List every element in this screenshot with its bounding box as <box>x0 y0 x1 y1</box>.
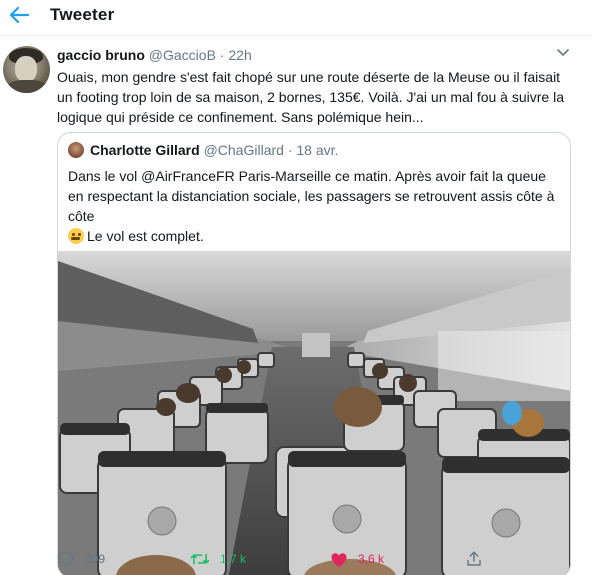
share-button[interactable] <box>465 549 493 569</box>
cabin-illustration <box>58 251 570 575</box>
author-handle[interactable]: @GaccioB <box>149 47 216 63</box>
quote-header: Charlotte Gillard @ChaGillard · 18 avr. <box>90 142 338 158</box>
tweet-header: gaccio bruno @GaccioB · 22h <box>57 47 252 63</box>
tweet-text: Ouais, mon gendre s'est fait chopé sur u… <box>57 69 564 125</box>
tweet-actions: 309 1,7 k 3,6 k <box>0 541 592 575</box>
reply-icon <box>58 551 74 567</box>
quote-time[interactable]: 18 avr. <box>296 142 338 158</box>
tweet-time[interactable]: 22h <box>228 47 251 63</box>
retweet-icon <box>190 553 210 565</box>
chevron-down-icon[interactable] <box>556 47 570 59</box>
back-arrow-icon[interactable] <box>8 5 30 25</box>
reply-button[interactable]: 309 <box>57 549 105 569</box>
retweet-button[interactable]: 1,7 k <box>190 549 246 569</box>
avatar[interactable] <box>3 46 50 93</box>
retweet-count: 1,7 k <box>220 552 247 566</box>
quote-line-2-text: Le vol est complet. <box>87 228 204 244</box>
separator-dot: · <box>287 142 293 158</box>
like-button[interactable]: 3,6 k <box>330 549 384 569</box>
share-icon <box>467 551 481 566</box>
page-title: Tweeter <box>50 5 115 24</box>
like-count: 3,6 k <box>358 552 385 566</box>
quote-avatar[interactable] <box>68 142 84 158</box>
quoted-tweet[interactable]: Charlotte Gillard @ChaGillard · 18 avr. … <box>57 132 571 575</box>
author-name[interactable]: gaccio bruno <box>57 47 145 63</box>
separator-dot: · <box>219 47 225 63</box>
reply-count: 309 <box>85 552 106 566</box>
like-icon <box>331 552 347 567</box>
face-with-monocle-emoji <box>68 228 84 244</box>
airplane-cabin-photo[interactable] <box>58 251 570 575</box>
quote-line-1: Dans le vol @AirFranceFR Paris-Marseille… <box>68 168 555 224</box>
quote-author-name[interactable]: Charlotte Gillard <box>90 142 200 158</box>
quote-line-2: Le vol est complet. <box>68 226 564 246</box>
quote-author-handle[interactable]: @ChaGillard <box>204 142 284 158</box>
top-bar: Tweeter <box>0 0 592 36</box>
